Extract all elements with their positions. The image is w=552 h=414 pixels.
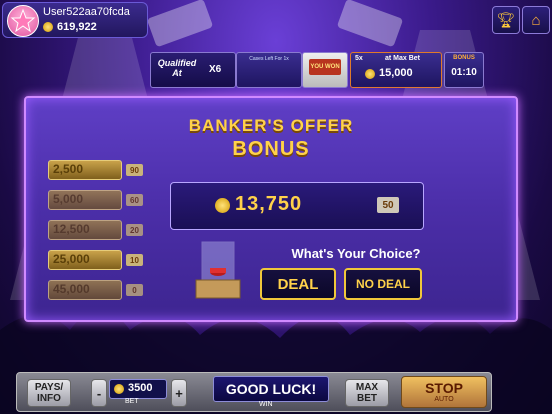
avatar [7, 5, 39, 37]
prize-ladder-item: 45,000 0 [48, 280, 143, 300]
stop-auto-button[interactable]: STOP AUTO [401, 376, 487, 408]
status-message: GOOD LUCK! [213, 376, 329, 402]
briefcase-icon: 50 [377, 197, 399, 213]
ladder-case: 20 [126, 224, 143, 236]
prize-ladder-item: 2,500 90 [48, 160, 143, 180]
qualified-multiplier: X6 [209, 64, 222, 75]
username: User522aa70fcda [43, 6, 130, 18]
red-button-icon[interactable] [194, 238, 242, 302]
coin-icon [114, 384, 124, 394]
max-bet-prize: 15,000 [379, 67, 413, 79]
ladder-case: 10 [126, 254, 143, 266]
no-deal-button[interactable]: NO DEAL [344, 268, 422, 300]
offer-amount-box: 13,750 50 [170, 182, 424, 230]
max-bet-label: at Max Bet [385, 55, 421, 62]
ladder-case: 90 [126, 164, 143, 176]
max-bet-button[interactable]: MAX BET [345, 379, 389, 407]
auto-label: AUTO [434, 396, 454, 403]
coin-icon [43, 22, 53, 32]
deal-button[interactable]: DEAL [260, 268, 336, 300]
coin-icon [365, 69, 375, 79]
prize-ladder-item: 25,000 10 [48, 250, 143, 270]
starfish-icon [10, 8, 36, 33]
bet-display: 3500 [109, 379, 167, 399]
trophy-icon: 🏆︎ [496, 12, 516, 29]
bottom-control-bar: PAYS/ INFO - 3500 BET + GOOD LUCK! WIN M… [16, 372, 492, 412]
ladder-value: 25,000 [53, 252, 90, 266]
choice-prompt: What's Your Choice? [291, 246, 421, 261]
coin-icon [215, 198, 230, 213]
timer-label: BONUS [453, 55, 475, 61]
prize-ladder-item: 5,000 60 [48, 190, 143, 210]
ladder-value: 45,000 [53, 282, 90, 296]
bet-decrease-button[interactable]: - [91, 379, 107, 407]
qualified-tile: Qualified At X6 [150, 52, 236, 88]
stop-label: STOP [425, 380, 463, 396]
you-won-label: YOU WON [309, 59, 341, 75]
win-label: WIN [259, 401, 273, 408]
ladder-case: 60 [126, 194, 143, 206]
bankers-offer-panel: BANKER'S OFFER BONUS 2,500 90 5,000 60 1… [24, 96, 518, 322]
bonus-timer-tile: BONUS 01:10 [444, 52, 484, 88]
jackpot-strip: Qualified At X6 Cases Left For 1x YOU WO… [150, 52, 484, 88]
ladder-value: 12,500 [53, 222, 90, 236]
offer-subtitle: BONUS [232, 138, 310, 160]
cases-left-tile: Cases Left For 1x [236, 52, 302, 88]
home-icon: ⌂ [531, 11, 541, 29]
bet-value: 3500 [128, 382, 153, 394]
bonus-timer: 01:10 [451, 67, 477, 78]
player-profile[interactable]: User522aa70fcda 619,922 [2, 2, 148, 38]
offer-amount: 13,750 [235, 193, 303, 215]
cases-left-label: Cases Left For 1x [249, 56, 289, 62]
qualified-label: Qualified At [157, 58, 197, 78]
ladder-value: 2,500 [53, 162, 84, 176]
home-button[interactable]: ⌂ [522, 6, 550, 34]
max-bet-multiplier: 5x [355, 55, 363, 62]
bet-increase-button[interactable]: + [171, 379, 187, 407]
max-bet-tile: 5x at Max Bet 15,000 [350, 52, 442, 88]
offer-title: BANKER'S OFFER [188, 116, 354, 135]
you-won-tile: YOU WON [302, 52, 348, 88]
pays-info-button[interactable]: PAYS/ INFO [27, 379, 71, 407]
ladder-value: 5,000 [53, 192, 84, 206]
prize-ladder-item: 12,500 20 [48, 220, 143, 240]
coin-balance: 619,922 [57, 21, 97, 33]
ladder-case: 0 [126, 284, 143, 296]
bet-label: BET [125, 398, 139, 405]
trophy-button[interactable]: 🏆︎ [492, 6, 520, 34]
